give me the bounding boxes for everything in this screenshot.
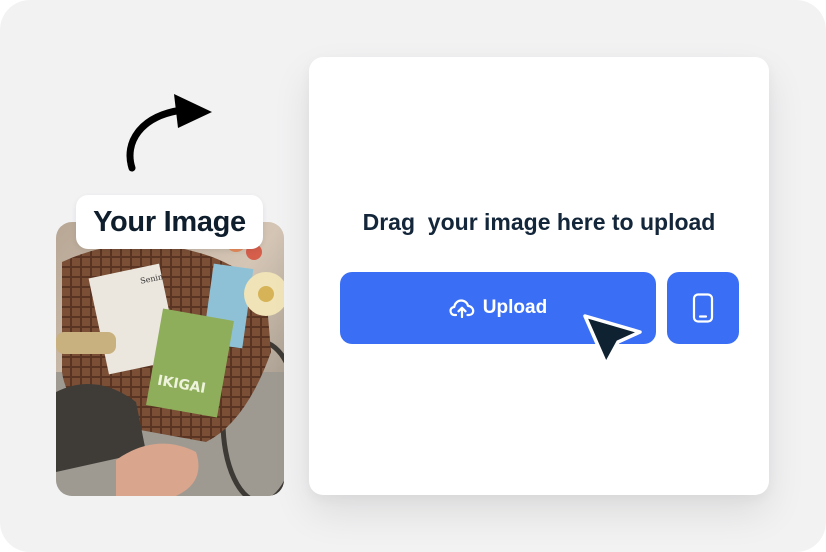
your-image-label: Your Image (76, 195, 263, 249)
upload-illustration: Senin IKIGAI Your Image Drag your image … (0, 0, 826, 552)
pointer-cursor-icon (583, 314, 642, 366)
upload-card[interactable]: Drag your image here to upload Upload (309, 57, 769, 495)
upload-button-label: Upload (482, 297, 548, 318)
smartphone-icon (692, 293, 714, 323)
example-photo: Senin IKIGAI (56, 222, 284, 496)
upload-from-phone-button[interactable] (667, 272, 739, 344)
drag-instruction: Drag your image here to upload (362, 209, 716, 235)
cloud-upload-icon (449, 298, 475, 318)
curved-arrow-icon (126, 94, 212, 172)
